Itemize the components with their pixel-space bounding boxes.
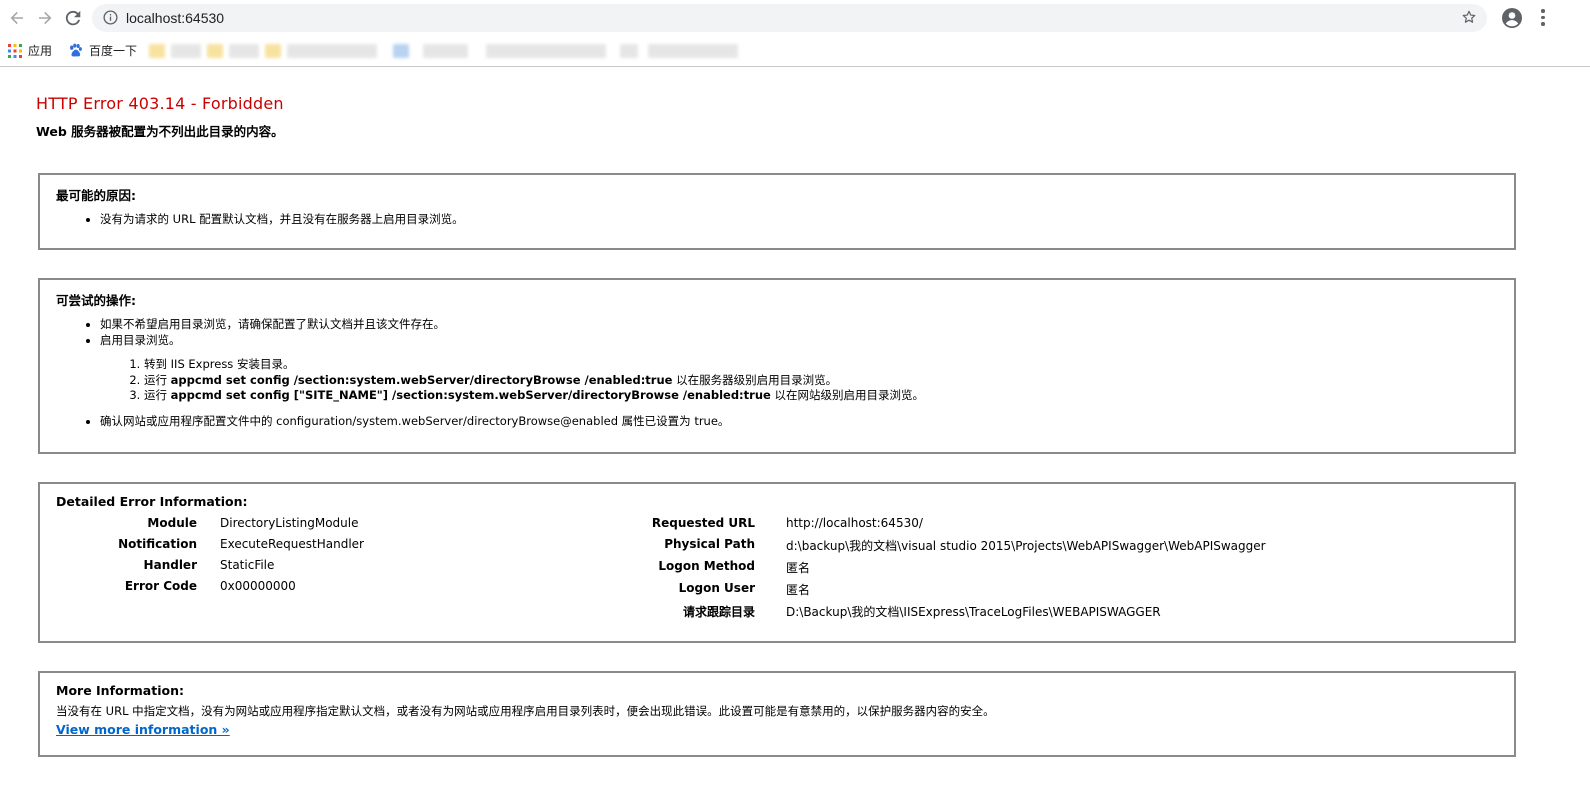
detail-value: 0x00000000	[220, 579, 296, 593]
bookmarks-bar: 应用 百度一下	[0, 35, 1590, 67]
list-item: 确认网站或应用程序配置文件中的 configuration/system.web…	[100, 413, 1498, 429]
detail-value: d:\backup\我的文档\visual studio 2015\Projec…	[786, 539, 1266, 553]
list-item: 没有为请求的 URL 配置默认文档，并且没有在服务器上启用目录浏览。	[100, 211, 1498, 227]
blurred-bookmarks	[149, 43, 744, 58]
detail-label: Handler	[143, 558, 197, 572]
step-text: 运行	[144, 372, 171, 387]
step-item: 运行 appcmd set config /section:system.web…	[144, 373, 1498, 389]
error-title: HTTP Error 403.14 - Forbidden	[36, 94, 284, 113]
bookmark-apps-label: 应用	[28, 44, 53, 58]
detail-value: 匿名	[786, 561, 811, 575]
step-text: 转到 IIS Express 安装目录。	[144, 357, 295, 371]
baidu-paw-icon	[70, 43, 82, 57]
bookmark-baidu-label: 百度一下	[89, 44, 138, 58]
address-bar[interactable]: localhost:64530	[92, 3, 1487, 32]
bookmark-star-icon[interactable]	[1461, 9, 1477, 29]
view-more-info-link[interactable]: View more information »	[56, 722, 230, 737]
detail-label: Error Code	[124, 579, 197, 593]
error-page: HTTP Error 403.14 - Forbidden Web 服务器被配置…	[0, 94, 1590, 757]
info-icon[interactable]	[101, 9, 119, 27]
detail-label: Requested URL	[651, 516, 755, 530]
detail-label: Module	[147, 516, 197, 530]
details-grid: Module DirectoryListingModule Notificati…	[56, 516, 1498, 626]
bookmark-apps[interactable]: 应用	[8, 41, 52, 61]
steps-list: 转到 IIS Express 安装目录。 运行 appcmd set confi…	[100, 357, 1498, 404]
reload-icon[interactable]	[60, 5, 86, 31]
error-subtitle: Web 服务器被配置为不列出此目录的内容。	[36, 124, 284, 139]
detail-label: Physical Path	[664, 537, 755, 551]
more-info-box: More Information: 当没有在 URL 中指定文档，没有为网站或应…	[38, 671, 1516, 757]
bookmark-baidu[interactable]: 百度一下	[68, 41, 137, 61]
list-item: 启用目录浏览。 转到 IIS Express 安装目录。 运行 appcmd s…	[100, 332, 1498, 404]
actions-list: 如果不希望启用目录浏览，请确保配置了默认文档并且该文件存在。 启用目录浏览。 转…	[56, 316, 1498, 429]
detail-label: Notification	[118, 537, 197, 551]
step-text: 以在服务器级别启用目录浏览。	[672, 372, 838, 387]
address-url[interactable]: localhost:64530	[126, 10, 224, 26]
step-text: 运行	[144, 388, 171, 402]
forward-arrow-icon[interactable]	[32, 5, 58, 31]
cause-list: 没有为请求的 URL 配置默认文档，并且没有在服务器上启用目录浏览。	[56, 211, 1498, 227]
actions-box: 可尝试的操作: 如果不希望启用目录浏览，请确保配置了默认文档并且该文件存在。 启…	[38, 278, 1516, 454]
detail-label: Logon User	[678, 581, 755, 595]
detail-value: D:\Backup\我的文档\IISExpress\TraceLogFiles\…	[786, 605, 1161, 619]
browser-toolbar: localhost:64530	[0, 0, 1590, 35]
detail-label: 请求跟踪目录	[682, 605, 755, 619]
detail-label: Logon Method	[658, 559, 755, 573]
step-item: 转到 IIS Express 安装目录。	[144, 357, 1498, 373]
details-heading: Detailed Error Information:	[56, 494, 248, 509]
account-avatar-icon[interactable]	[1501, 7, 1523, 29]
apps-grid-icon	[8, 43, 22, 58]
step-item: 运行 appcmd set config ["SITE_NAME"] /sect…	[144, 388, 1498, 404]
enable-browse-text: 启用目录浏览。	[100, 333, 181, 347]
detail-value: DirectoryListingModule	[220, 516, 359, 530]
back-arrow-icon[interactable]	[4, 5, 30, 31]
more-info-text: 当没有在 URL 中指定文档，没有为网站或应用程序指定默认文档，或者没有为网站或…	[56, 704, 995, 718]
cause-heading: 最可能的原因:	[56, 188, 136, 203]
more-info-heading: More Information:	[56, 683, 184, 698]
details-box: Detailed Error Information: Module Direc…	[38, 482, 1516, 643]
cause-box: 最可能的原因: 没有为请求的 URL 配置默认文档，并且没有在服务器上启用目录浏…	[38, 173, 1516, 250]
detail-value: 匿名	[786, 583, 811, 597]
list-item: 如果不希望启用目录浏览，请确保配置了默认文档并且该文件存在。	[100, 316, 1498, 332]
detail-value: StaticFile	[220, 558, 275, 572]
step-command: appcmd set config /section:system.webSer…	[170, 372, 673, 387]
browser-menu-icon[interactable]	[1535, 9, 1551, 26]
actions-heading: 可尝试的操作:	[56, 293, 136, 308]
step-command: appcmd set config ["SITE_NAME"] /section…	[170, 388, 771, 402]
step-text: 以在网站级别启用目录浏览。	[770, 388, 924, 402]
detail-value: http://localhost:64530/	[786, 516, 923, 530]
detail-value: ExecuteRequestHandler	[220, 537, 364, 551]
